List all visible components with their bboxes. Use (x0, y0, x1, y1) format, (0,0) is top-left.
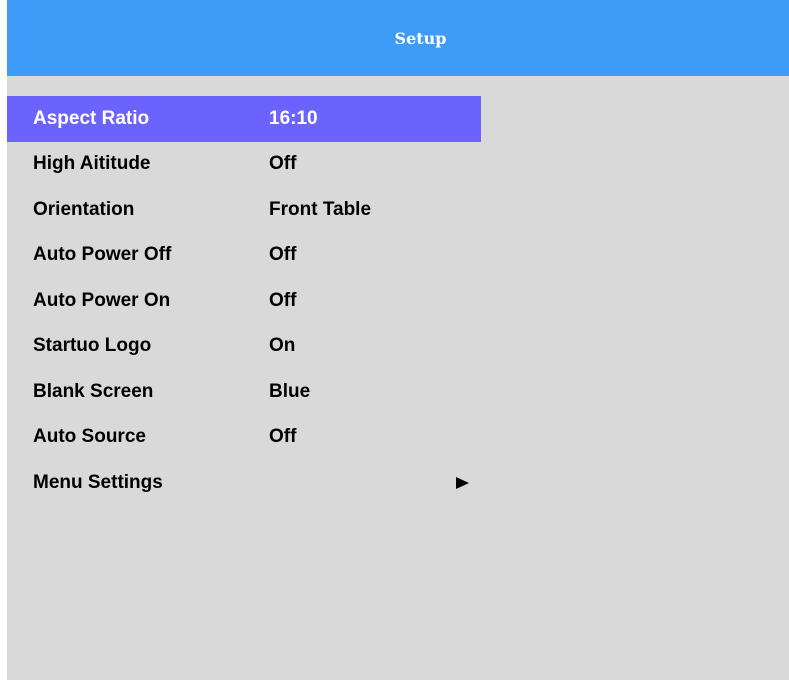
menu-item-menu-settings[interactable]: Menu Settings (7, 460, 481, 506)
right-triangle-arrow-icon (456, 476, 469, 489)
menu-item-orientation[interactable]: Orientation Front Table (7, 187, 481, 233)
menu-item-startup-logo[interactable]: Startuo Logo On (7, 324, 481, 370)
menu-item-value: Off (269, 426, 297, 448)
menu-item-value: Off (269, 153, 297, 175)
menu-header: Setup (7, 0, 789, 76)
page-title: Setup (394, 28, 447, 48)
menu-item-label: Blank Screen (33, 380, 154, 402)
setup-osd-panel: Setup Aspect Ratio 16:10 High Aititude O… (7, 0, 789, 680)
menu-item-label: Auto Power Off (33, 244, 172, 266)
menu-item-label: Menu Settings (33, 471, 163, 493)
menu-item-value: Front Table (269, 198, 372, 220)
menu-item-aspect-ratio[interactable]: Aspect Ratio 16:10 (7, 96, 481, 142)
menu-item-label: Startuo Logo (33, 335, 152, 357)
menu-item-value: Off (269, 244, 297, 266)
menu-item-label: Auto Power On (33, 289, 171, 311)
menu-item-label: Aspect Ratio (33, 107, 150, 129)
menu-item-label: Orientation (33, 198, 135, 220)
setup-menu-list: Aspect Ratio 16:10 High Aititude Off Ori… (7, 96, 789, 506)
menu-item-value: 16:10 (269, 107, 318, 129)
menu-item-high-altitude[interactable]: High Aititude Off (7, 142, 481, 188)
menu-item-auto-power-on[interactable]: Auto Power On Off (7, 278, 481, 324)
menu-item-label: Auto Source (33, 426, 146, 448)
menu-item-value: Blue (269, 380, 311, 402)
menu-item-auto-power-off[interactable]: Auto Power Off Off (7, 233, 481, 279)
menu-item-value: Off (269, 289, 297, 311)
menu-item-blank-screen[interactable]: Blank Screen Blue (7, 369, 481, 415)
menu-item-value: On (269, 335, 296, 357)
menu-item-auto-source[interactable]: Auto Source Off (7, 415, 481, 461)
menu-item-label: High Aititude (33, 153, 151, 175)
